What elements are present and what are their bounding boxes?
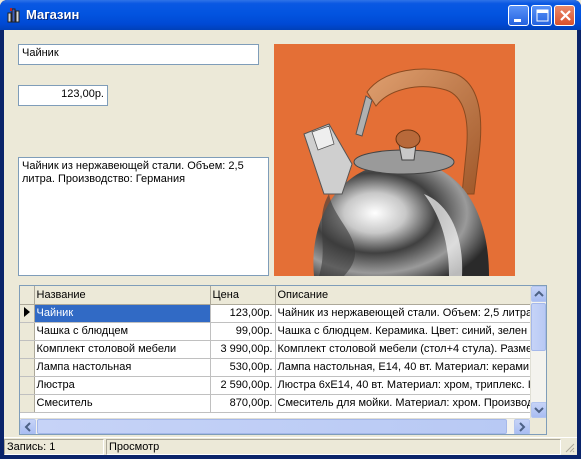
scroll-left-button[interactable]: [20, 419, 36, 434]
description-memo[interactable]: Чайник из нержавеющей стали. Объем: 2,5 …: [18, 157, 269, 276]
cell-name[interactable]: Люстра: [34, 376, 211, 395]
maximize-icon: [536, 9, 549, 22]
row-indicator: [20, 394, 35, 413]
scroll-up-button[interactable]: [531, 286, 546, 302]
scrollbar-corner: [530, 418, 546, 434]
resize-grip-icon[interactable]: [563, 441, 575, 453]
close-button[interactable]: [554, 5, 575, 26]
row-indicator: [20, 358, 35, 377]
chevron-left-icon: [24, 422, 31, 432]
status-record: Запись: 1: [4, 439, 104, 455]
row-indicator: [20, 304, 35, 323]
chevron-down-icon: [534, 407, 544, 414]
maximize-button[interactable]: [531, 5, 552, 26]
app-icon: [7, 8, 20, 23]
status-bar: Запись: 1 Просмотр: [4, 437, 577, 455]
cell-name[interactable]: Чашка с блюдцем: [34, 322, 211, 341]
cell-price[interactable]: 2 590,00р.: [210, 376, 276, 395]
vertical-scrollbar[interactable]: [530, 286, 546, 418]
cell-price[interactable]: 99,00р.: [210, 322, 276, 341]
row-indicator: [20, 322, 35, 341]
cell-price[interactable]: 870,00р.: [210, 394, 276, 413]
close-icon: [560, 10, 571, 21]
cell-description[interactable]: Смеситель для мойки. Материал: хром. Про…: [275, 394, 537, 413]
name-field[interactable]: Чайник: [18, 44, 259, 65]
cell-description[interactable]: Люстра 6хE14, 40 вт. Материал: хром, три…: [275, 376, 537, 395]
vertical-scroll-thumb[interactable]: [531, 303, 546, 351]
cell-name[interactable]: Смеситель: [34, 394, 211, 413]
cell-name[interactable]: Комплект столовой мебели: [34, 340, 211, 359]
kettle-image: [274, 44, 515, 276]
title-bar[interactable]: Магазин: [0, 0, 581, 30]
cell-description[interactable]: Лампа настольная, E14, 40 вт. Материал: …: [275, 358, 537, 377]
current-row-arrow-icon: [23, 306, 30, 317]
column-header-price[interactable]: Цена: [210, 286, 276, 305]
table-row[interactable]: Чайник 123,00р. Чайник из нержавеющей ст…: [20, 304, 537, 323]
cell-name[interactable]: Чайник: [34, 304, 211, 323]
price-field[interactable]: 123,00р.: [18, 85, 108, 106]
horizontal-scroll-thumb[interactable]: [37, 419, 507, 434]
table-row[interactable]: Люстра 2 590,00р. Люстра 6хE14, 40 вт. М…: [20, 376, 537, 395]
horizontal-scrollbar[interactable]: [20, 418, 531, 434]
cell-description[interactable]: Комплект столовой мебели (стол+4 стула).…: [275, 340, 537, 359]
grid-header-row: Название Цена Описание: [20, 286, 537, 305]
row-indicator: [20, 376, 35, 395]
row-indicator: [20, 340, 35, 359]
table-row[interactable]: Чашка с блюдцем 99,00р. Чашка с блюдцем.…: [20, 322, 537, 341]
table-row[interactable]: Комплект столовой мебели 3 990,00р. Комп…: [20, 340, 537, 359]
table-row[interactable]: Смеситель 870,00р. Смеситель для мойки. …: [20, 394, 537, 413]
scroll-down-button[interactable]: [531, 402, 546, 418]
scroll-right-button[interactable]: [514, 419, 530, 434]
cell-price[interactable]: 530,00р.: [210, 358, 276, 377]
cell-description[interactable]: Чайник из нержавеющей стали. Объем: 2,5 …: [275, 304, 537, 323]
cell-description[interactable]: Чашка с блюдцем. Керамика. Цвет: синий, …: [275, 322, 537, 341]
products-grid[interactable]: Название Цена Описание Чайник 123,00р. Ч…: [19, 285, 547, 435]
app-window: Магазин Чайник 123,00р. Чайник из нержав…: [0, 0, 581, 459]
column-header-description[interactable]: Описание: [275, 286, 537, 305]
chevron-up-icon: [534, 290, 544, 297]
minimize-button[interactable]: [508, 5, 529, 26]
chevron-right-icon: [519, 422, 526, 432]
column-header-name[interactable]: Название: [34, 286, 211, 305]
cell-name[interactable]: Лампа настольная: [34, 358, 211, 377]
window-title: Магазин: [26, 7, 80, 22]
status-mode: Просмотр: [106, 439, 561, 455]
minimize-icon: [514, 19, 521, 22]
product-photo: [274, 44, 515, 276]
form-client-area: Чайник 123,00р. Чайник из нержавеющей ст…: [4, 30, 577, 455]
cell-price[interactable]: 123,00р.: [210, 304, 276, 323]
table-row[interactable]: Лампа настольная 530,00р. Лампа настольн…: [20, 358, 537, 377]
grid-header-indicator: [20, 286, 35, 305]
cell-price[interactable]: 3 990,00р.: [210, 340, 276, 359]
